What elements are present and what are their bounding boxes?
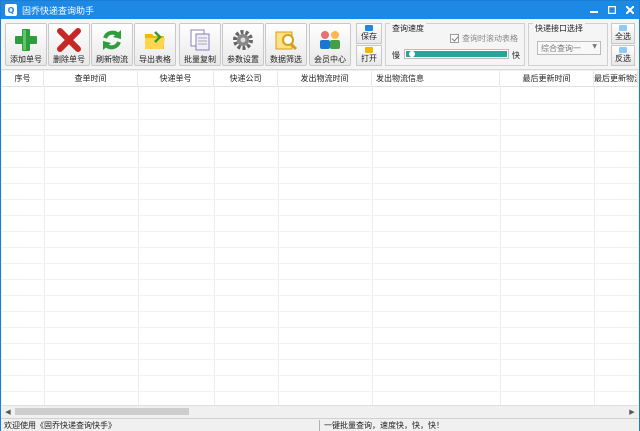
delete-number-button[interactable]: 删除单号: [48, 23, 90, 66]
status-slogan-text: 一键批量查询，速度快，快，快！: [319, 420, 444, 431]
api-select-group: 快递接口选择 综合查询一 ▼: [528, 23, 608, 66]
refresh-logistics-button[interactable]: 刷新物流: [91, 23, 133, 66]
column-header-send-time[interactable]: 发出物流时间: [278, 71, 372, 87]
query-speed-group: 查询速度 查询时滚动表格 慢 快: [385, 23, 525, 66]
gear-icon: [231, 28, 255, 52]
results-table[interactable]: 序号 查单时间 快递单号 快递公司 发出物流时间 发出物流信息 最后更新时间 最…: [2, 71, 638, 405]
export-folder-icon: [143, 28, 167, 52]
column-header-courier[interactable]: 快递公司: [214, 71, 278, 87]
member-icon: [318, 28, 342, 52]
open-button[interactable]: 打开: [356, 45, 382, 66]
column-header-send-info[interactable]: 发出物流信息: [372, 71, 500, 87]
column-header-last-update-time[interactable]: 最后更新时间: [500, 71, 594, 87]
scroll-thumb[interactable]: [15, 408, 189, 415]
horizontal-scrollbar[interactable]: ◀ ▶: [2, 405, 638, 417]
maximize-button[interactable]: [603, 1, 621, 19]
minimize-button[interactable]: [585, 1, 603, 19]
chevron-down-icon: ▼: [592, 43, 597, 50]
column-header-tracking-number[interactable]: 快递单号: [138, 71, 214, 87]
table-header: 序号 查单时间 快递单号 快递公司 发出物流时间 发出物流信息 最后更新时间 最…: [2, 71, 638, 87]
add-number-button[interactable]: 添加单号: [5, 23, 47, 66]
data-filter-button[interactable]: 数据筛选: [265, 23, 307, 66]
speed-track-fill: [406, 51, 507, 57]
speed-slider[interactable]: [404, 49, 509, 59]
plus-icon: [14, 28, 38, 52]
title-bar[interactable]: Q 固乔快递查询助手: [1, 1, 639, 19]
app-logo-icon: Q: [5, 4, 17, 16]
column-header-index[interactable]: 序号: [2, 71, 44, 87]
table-grid-lines: [2, 87, 638, 405]
invert-selection-button[interactable]: 反选: [611, 45, 635, 66]
app-window: Q 固乔快递查询助手 添加单号 删除单号 刷新物流 导出表格 批量复制 参数设置…: [0, 0, 640, 431]
scroll-right-icon[interactable]: ▶: [626, 406, 638, 417]
window-title: 固乔快递查询助手: [22, 6, 95, 17]
save-button[interactable]: 保存: [356, 23, 382, 44]
filter-search-icon: [274, 28, 298, 52]
minimize-icon: [590, 11, 598, 13]
export-table-button[interactable]: 导出表格: [134, 23, 176, 66]
status-bar: 欢迎使用《固乔快递查询快手》 一键批量查询，速度快，快，快！: [1, 418, 639, 431]
scroll-left-icon[interactable]: ◀: [2, 406, 14, 417]
fast-label: 快: [512, 51, 520, 60]
maximize-icon: [608, 6, 616, 14]
member-center-button[interactable]: 会员中心: [309, 23, 351, 66]
close-button[interactable]: [621, 1, 639, 19]
scroll-table-checkbox[interactable]: [450, 34, 459, 43]
settings-button[interactable]: 参数设置: [222, 23, 264, 66]
copy-icon: [188, 28, 212, 52]
delete-x-icon: [57, 28, 81, 52]
toolbar: 添加单号 删除单号 刷新物流 导出表格 批量复制 参数设置 数据筛选 会员中心 …: [1, 20, 639, 70]
slow-label: 慢: [392, 51, 400, 60]
column-header-last-update-info[interactable]: 最后更新物流: [594, 71, 638, 87]
api-select[interactable]: 综合查询一 ▼: [537, 41, 601, 55]
scroll-table-label: 查询时滚动表格: [462, 34, 518, 43]
column-header-query-time[interactable]: 查单时间: [44, 71, 138, 87]
batch-copy-button[interactable]: 批量复制: [179, 23, 221, 66]
close-icon: [626, 6, 634, 14]
status-welcome-text: 欢迎使用《固乔快递查询快手》: [4, 421, 116, 430]
speed-slider-thumb[interactable]: [409, 51, 415, 57]
refresh-icon: [100, 28, 124, 52]
select-all-button[interactable]: 全选: [611, 23, 635, 44]
